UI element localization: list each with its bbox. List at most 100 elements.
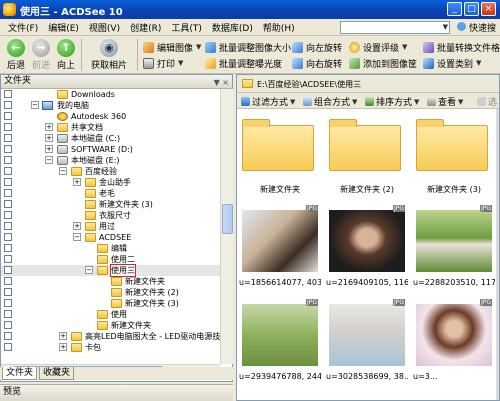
tree-item-jinshan[interactable]: + 金山助手	[1, 177, 220, 188]
close-button[interactable]: ×	[481, 2, 496, 16]
view-button[interactable]: 查看 ▼	[427, 95, 463, 108]
tree-item-downloads[interactable]: Downloads	[1, 89, 220, 100]
tree-checkbox[interactable]	[4, 178, 12, 186]
tab-folders[interactable]: 文件夹	[2, 367, 38, 380]
collapse-icon[interactable]: −	[59, 167, 67, 175]
tree-checkbox[interactable]	[4, 112, 12, 120]
expand-icon[interactable]: +	[45, 134, 53, 142]
tree-item-use-three[interactable]: − 使用三	[1, 264, 220, 277]
maximize-button[interactable]: □	[464, 2, 479, 16]
tree-checkbox[interactable]	[4, 200, 12, 208]
tree-checkbox[interactable]	[4, 233, 12, 241]
tree-checkbox[interactable]	[4, 321, 12, 329]
batch-convert-button[interactable]: 批量转换文件格式	[423, 40, 500, 54]
tree-item-shared-docs[interactable]: + 共享文档	[1, 122, 220, 133]
collapse-icon[interactable]: −	[85, 266, 93, 274]
expand-icon[interactable]: +	[59, 343, 67, 351]
menu-tools[interactable]: 工具(T)	[171, 21, 202, 34]
tree-checkbox[interactable]	[4, 255, 12, 263]
expand-icon[interactable]: +	[73, 222, 81, 230]
tree-item-baidu-jingyan[interactable]: − 百度经验	[1, 166, 220, 177]
minimize-button[interactable]: _	[447, 2, 462, 16]
tree-item-new-folder-2[interactable]: 新建文件夹 (2)	[1, 287, 220, 298]
tree-checkbox[interactable]	[4, 332, 12, 340]
tree-checkbox[interactable]	[4, 189, 12, 197]
collapse-icon[interactable]: −	[45, 156, 53, 164]
add-to-basket-button[interactable]: 添加到图像筐	[349, 56, 417, 70]
browser-vertical-scrollbar[interactable]	[496, 109, 499, 400]
tree-item-drive-c[interactable]: + 本地磁盘 (C:)	[1, 133, 220, 144]
panel-header-buttons[interactable]: ▼ ×	[214, 76, 229, 89]
collapse-icon[interactable]: −	[31, 101, 39, 109]
thumbnail-photo[interactable]: JPG u=2939476788, 244...	[239, 299, 321, 390]
tree-item-used[interactable]: + 用过	[1, 221, 220, 232]
select-button[interactable]: 选	[477, 95, 497, 108]
tab-favorites[interactable]: 收藏夹	[39, 367, 75, 380]
thumbnail-photo[interactable]: JPG u=2169409105, 116...	[326, 205, 408, 296]
thumbnail-photo[interactable]: JPG u=3028538699, 38...	[326, 299, 408, 390]
tree-checkbox[interactable]	[4, 244, 12, 252]
tree-checkbox[interactable]	[4, 277, 12, 285]
menu-edit[interactable]: 编辑(E)	[48, 21, 79, 34]
tree-item-autodesk-360[interactable]: Autodesk 360	[1, 111, 220, 122]
set-rating-button[interactable]: 设置评级 ▼	[349, 40, 407, 54]
acquire-photos-button[interactable]: ◉ 获取相片	[88, 39, 130, 71]
sort-button[interactable]: 排序方式 ▼	[365, 95, 419, 108]
thumbnail-photo[interactable]: JPG u=3...	[413, 299, 495, 390]
tree-item-my-computer[interactable]: − 我的电脑	[1, 100, 220, 111]
tree-checkbox[interactable]	[4, 101, 12, 109]
tree-checkbox[interactable]	[4, 167, 12, 175]
rotate-right-button[interactable]: 向右旋转	[292, 56, 342, 70]
tree-item-new-folder-3[interactable]: 新建文件夹 (3)	[1, 199, 220, 210]
back-button[interactable]: ← 后退	[2, 39, 30, 71]
expand-icon[interactable]: +	[73, 178, 81, 186]
tree-checkbox[interactable]	[4, 90, 12, 98]
tree-item-new-folder-b[interactable]: 新建文件夹	[1, 320, 220, 331]
tree-checkbox[interactable]	[4, 343, 12, 351]
expand-icon[interactable]: +	[45, 145, 53, 153]
collapse-icon[interactable]: −	[73, 233, 81, 241]
tree-checkbox[interactable]	[4, 288, 12, 296]
forward-button[interactable]: → 前进	[27, 39, 55, 71]
tree-checkbox[interactable]	[4, 310, 12, 318]
current-path[interactable]: E:\百度经验\ACDSEE\使用三	[257, 79, 361, 90]
tree-checkbox[interactable]	[4, 266, 12, 274]
print-button[interactable]: 打印 ▼	[143, 56, 183, 70]
menu-help[interactable]: 帮助(H)	[263, 21, 295, 34]
tree-item-use[interactable]: 使用	[1, 309, 220, 320]
tree-checkbox[interactable]	[4, 134, 12, 142]
tree-item-kabao[interactable]: + 卡包	[1, 342, 220, 353]
quick-search-dropdown-icon[interactable]: ▼	[443, 23, 448, 31]
filter-button[interactable]: 过滤方式 ▼	[241, 95, 295, 108]
group-button[interactable]: 组合方式 ▼	[303, 95, 357, 108]
tree-vertical-scrollbar[interactable]	[220, 89, 233, 364]
batch-resize-button[interactable]: 批量调整图像大小	[205, 40, 291, 54]
rotate-left-button[interactable]: 向左旋转	[292, 40, 342, 54]
tree-item-drive-e[interactable]: − 本地磁盘 (E:)	[1, 155, 220, 166]
tree-checkbox[interactable]	[4, 156, 12, 164]
tree-item-drive-d[interactable]: + SOFTWARE (D:)	[1, 144, 220, 155]
tree-item-clothes-size[interactable]: 衣服尺寸	[1, 210, 220, 221]
thumbnail-folder[interactable]: 新建文件夹	[239, 111, 321, 202]
thumbnail-folder[interactable]: 新建文件夹 (2)	[326, 111, 408, 202]
menu-view[interactable]: 视图(V)	[89, 21, 120, 34]
tree-item-led-folder[interactable]: + 高亮LED电脑图大全 - LED驱动电源技	[1, 331, 220, 342]
thumbnail-folder[interactable]: 新建文件夹 (3)	[413, 111, 495, 202]
tree-checkbox[interactable]	[4, 299, 12, 307]
menu-create[interactable]: 创建(R)	[130, 21, 161, 34]
batch-exposure-button[interactable]: 批量调整曝光度	[205, 56, 282, 70]
quick-search-icon[interactable]	[457, 22, 466, 31]
tree-checkbox[interactable]	[4, 145, 12, 153]
quick-search-input[interactable]: ▼	[340, 21, 450, 34]
thumbnail-photo[interactable]: JPG u=2288203510, 117...	[413, 205, 495, 296]
tree-item-acdsee[interactable]: − ACDSEE	[1, 232, 220, 243]
expand-icon[interactable]: +	[45, 123, 53, 131]
tree-checkbox[interactable]	[4, 123, 12, 131]
tree-checkbox[interactable]	[4, 211, 12, 219]
menu-database[interactable]: 数据库(D)	[212, 21, 253, 34]
thumbnail-photo[interactable]: JPG u=1856614077, 403...	[239, 205, 321, 296]
tree-item-new-folder-3b[interactable]: 新建文件夹 (3)	[1, 298, 220, 309]
up-button[interactable]: ↑ 向上	[52, 39, 80, 71]
tree-item-edit[interactable]: 编辑	[1, 243, 220, 254]
expand-icon[interactable]: +	[59, 332, 67, 340]
